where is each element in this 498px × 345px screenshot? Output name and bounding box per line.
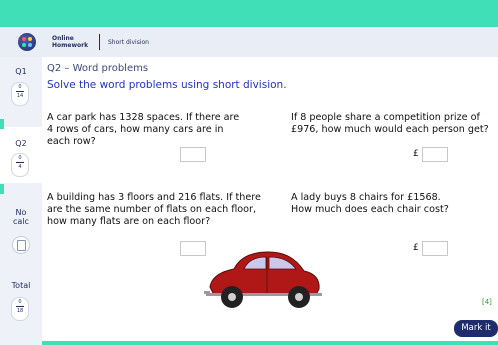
q1-score: 0	[18, 84, 22, 90]
car-illustration	[204, 251, 322, 308]
answer-input-2[interactable]	[422, 147, 448, 162]
question-title: Solve the word problems using short divi…	[47, 79, 287, 91]
answer-input-3[interactable]	[180, 241, 206, 256]
breadcrumb: Short division	[108, 39, 149, 46]
sidebar-item-q1[interactable]: Q1	[0, 67, 42, 76]
sidebar-item-total[interactable]: Total	[0, 281, 42, 290]
active-tab-marker	[0, 119, 4, 129]
q2-total: 4	[18, 164, 22, 170]
calculator-icon	[12, 236, 30, 254]
pound-prefix-2: £	[413, 149, 419, 159]
marks-label: [4]	[482, 298, 492, 306]
q1-total: 14	[16, 93, 24, 99]
q1-score-badge: 0 14	[11, 82, 29, 106]
bottom-accent-line	[42, 341, 498, 345]
word-problem-1: A car park has 1328 spaces. If there are…	[47, 112, 239, 148]
app-logo-icon[interactable]	[18, 33, 36, 51]
word-problem-2: If 8 people share a competition prize of…	[291, 112, 489, 136]
total-total: 18	[16, 308, 24, 314]
problem-1-line-2: 4 rows of cars, how many cars are in	[47, 124, 224, 135]
question-subtitle: Q2 – Word problems	[47, 63, 149, 74]
total-score: 0	[18, 299, 22, 305]
problem-3-line-3: how many flats are on each floor?	[47, 216, 211, 227]
problem-1-line-3: each row?	[47, 136, 96, 147]
no-calc-line-2: calc	[13, 217, 29, 226]
problem-3-line-2: are the same number of flats on each flo…	[47, 204, 257, 215]
total-score-badge: 0 18	[11, 297, 29, 321]
brand-line-2: Homework	[52, 42, 89, 49]
brand-name: Online Homework	[52, 35, 88, 49]
problem-2-line-2: £976, how much would each person get?	[291, 124, 489, 135]
header-divider	[99, 34, 100, 50]
problem-3-line-1: A building has 3 floors and 216 flats. I…	[47, 192, 261, 203]
mark-it-button[interactable]: Mark it	[454, 320, 498, 337]
problem-4-line-2: How much does each chair cost?	[291, 204, 449, 215]
answer-input-1[interactable]	[180, 147, 206, 162]
q2-score-badge: 0 4	[11, 153, 29, 177]
problem-4-line-1: A lady buys 8 chairs for £1568.	[291, 192, 441, 203]
word-problem-4: A lady buys 8 chairs for £1568. How much…	[291, 192, 449, 216]
pound-prefix-4: £	[413, 243, 419, 253]
q2-score: 0	[18, 155, 22, 161]
no-calc-line-1: No	[15, 208, 27, 217]
top-accent-bar	[0, 0, 498, 27]
brand-line-1: Online	[52, 35, 74, 42]
active-tab-marker-bottom	[0, 184, 4, 194]
word-problem-3: A building has 3 floors and 216 flats. I…	[47, 192, 261, 228]
problem-2-line-1: If 8 people share a competition prize of	[291, 112, 480, 123]
sidebar-item-q2[interactable]: Q2	[0, 139, 42, 148]
problem-1-line-1: A car park has 1328 spaces. If there are	[47, 112, 240, 123]
answer-input-4[interactable]	[422, 241, 448, 256]
sidebar-item-no-calc[interactable]: No calc	[0, 208, 42, 226]
